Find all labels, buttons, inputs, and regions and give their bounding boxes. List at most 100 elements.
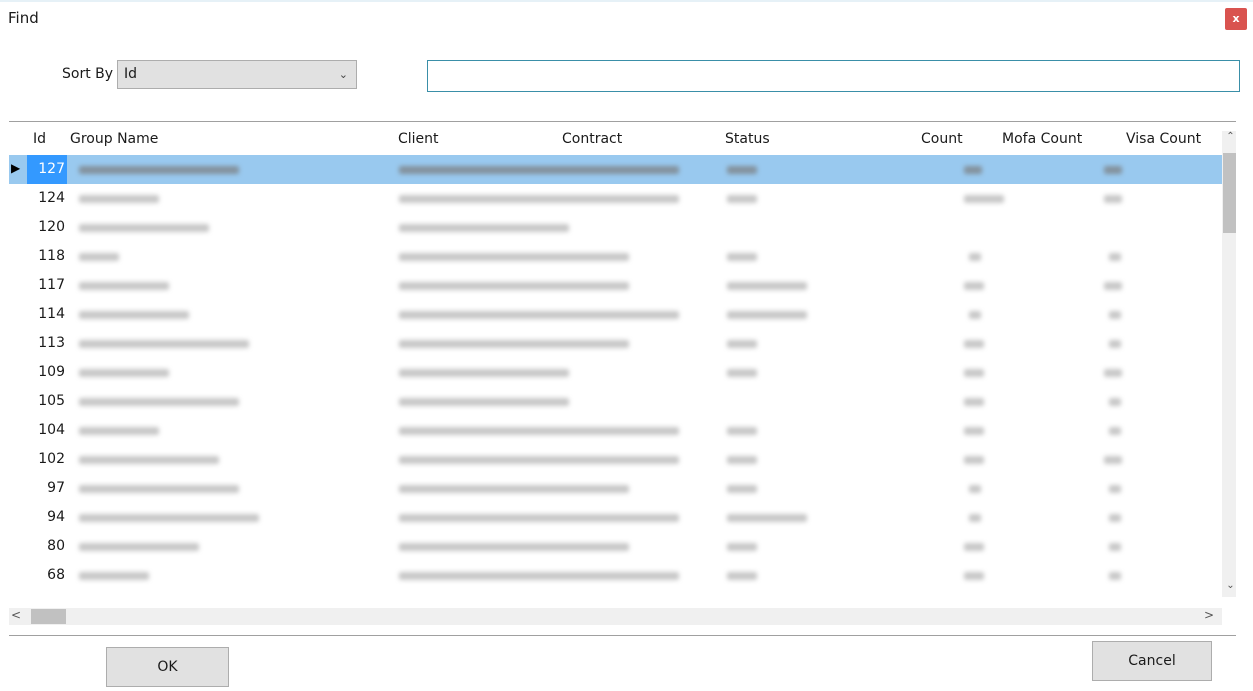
column-header-contract[interactable]: Contract (562, 131, 622, 147)
redacted-cell (727, 514, 807, 522)
close-button[interactable]: x (1225, 8, 1247, 30)
redacted-cell (964, 543, 984, 551)
table-row[interactable]: 113 (9, 329, 1222, 358)
redacted-cell (727, 340, 757, 348)
current-row-indicator-icon: ▶ (11, 161, 21, 175)
redacted-cell (969, 311, 981, 319)
grid-header: Id Group Name Client Contract Status Cou… (9, 122, 1236, 154)
redacted-cell (399, 166, 679, 174)
cancel-button[interactable]: Cancel (1092, 641, 1212, 681)
column-header-status[interactable]: Status (725, 131, 770, 147)
redacted-cell (399, 253, 629, 261)
table-row[interactable]: 97 (9, 474, 1222, 503)
table-row[interactable]: 94 (9, 503, 1222, 532)
redacted-cell (79, 543, 199, 551)
column-header-mofa-count[interactable]: Mofa Count (1002, 131, 1082, 147)
vertical-scrollbar[interactable]: ⌃ ⌄ (1222, 131, 1236, 597)
table-row[interactable]: 80 (9, 532, 1222, 561)
redacted-cell (79, 224, 209, 232)
redacted-cell (964, 166, 982, 174)
row-id-cell[interactable]: 97 (27, 474, 67, 503)
redacted-cell (399, 195, 679, 203)
table-row[interactable]: 68 (9, 561, 1222, 590)
redacted-cell (79, 340, 249, 348)
redacted-cell (399, 369, 569, 377)
redacted-cell (399, 485, 629, 493)
redacted-cell (79, 282, 169, 290)
table-row[interactable]: 104 (9, 416, 1222, 445)
row-id-cell[interactable]: 80 (27, 532, 67, 561)
redacted-cell (969, 253, 981, 261)
row-id-cell[interactable]: 102 (27, 445, 67, 474)
row-id-cell[interactable]: 117 (27, 271, 67, 300)
redacted-cell (1109, 485, 1121, 493)
redacted-cell (1109, 253, 1121, 261)
redacted-cell (1109, 398, 1121, 406)
table-row[interactable]: ▶ 127 (9, 155, 1222, 184)
column-header-visa-count[interactable]: Visa Count (1126, 131, 1201, 147)
row-id-cell[interactable]: 105 (27, 387, 67, 416)
scroll-right-icon[interactable]: > (1204, 608, 1214, 622)
redacted-cell (79, 398, 239, 406)
row-id-cell[interactable]: 94 (27, 503, 67, 532)
row-id-cell[interactable]: 104 (27, 416, 67, 445)
column-header-count[interactable]: Count (921, 131, 963, 147)
redacted-cell (79, 572, 149, 580)
sort-by-select[interactable]: Id ⌄ (117, 60, 357, 89)
redacted-cell (1109, 427, 1121, 435)
sort-by-label: Sort By (62, 66, 114, 82)
row-id-cell[interactable]: 68 (27, 561, 67, 590)
scroll-up-icon[interactable]: ⌃ (1222, 131, 1236, 148)
redacted-cell (969, 485, 981, 493)
redacted-cell (1109, 543, 1121, 551)
redacted-cell (964, 572, 984, 580)
table-row[interactable]: 117 (9, 271, 1222, 300)
scroll-left-icon[interactable]: < (11, 608, 21, 622)
vertical-scroll-thumb[interactable] (1223, 153, 1236, 233)
redacted-cell (79, 311, 189, 319)
row-id-cell[interactable]: 113 (27, 329, 67, 358)
redacted-cell (727, 253, 757, 261)
horizontal-scrollbar[interactable]: < > (9, 608, 1222, 625)
sort-by-value: Id (124, 66, 138, 82)
redacted-cell (964, 427, 984, 435)
redacted-cell (1104, 456, 1122, 464)
table-row[interactable]: 114 (9, 300, 1222, 329)
redacted-cell (964, 398, 984, 406)
column-header-group-name[interactable]: Group Name (70, 131, 158, 147)
redacted-cell (964, 340, 984, 348)
row-id-cell[interactable]: 118 (27, 242, 67, 271)
redacted-cell (964, 282, 984, 290)
table-row[interactable]: 124 (9, 184, 1222, 213)
row-id-cell[interactable]: 109 (27, 358, 67, 387)
column-header-client[interactable]: Client (398, 131, 439, 147)
redacted-cell (79, 369, 169, 377)
row-id-cell[interactable]: 127 (27, 155, 67, 184)
results-grid[interactable]: Id Group Name Client Contract Status Cou… (9, 121, 1236, 636)
table-row[interactable]: 109 (9, 358, 1222, 387)
title-bar-accent (0, 0, 1253, 2)
redacted-cell (79, 427, 159, 435)
redacted-cell (1109, 311, 1121, 319)
table-row[interactable]: 105 (9, 387, 1222, 416)
redacted-cell (399, 543, 629, 551)
redacted-cell (399, 224, 569, 232)
scroll-down-icon[interactable]: ⌄ (1222, 580, 1236, 597)
table-row[interactable]: 120 (9, 213, 1222, 242)
row-id-cell[interactable]: 120 (27, 213, 67, 242)
table-row[interactable]: 102 (9, 445, 1222, 474)
table-row[interactable]: 118 (9, 242, 1222, 271)
horizontal-scroll-thumb[interactable] (31, 609, 66, 624)
row-id-cell[interactable]: 124 (27, 184, 67, 213)
redacted-cell (79, 485, 239, 493)
redacted-cell (79, 195, 159, 203)
column-header-id[interactable]: Id (33, 131, 46, 147)
redacted-cell (727, 485, 757, 493)
chevron-down-icon: ⌄ (338, 68, 348, 81)
redacted-cell (399, 514, 679, 522)
redacted-cell (727, 282, 807, 290)
search-input[interactable] (427, 60, 1240, 92)
redacted-cell (79, 456, 219, 464)
ok-button[interactable]: OK (106, 647, 229, 687)
row-id-cell[interactable]: 114 (27, 300, 67, 329)
